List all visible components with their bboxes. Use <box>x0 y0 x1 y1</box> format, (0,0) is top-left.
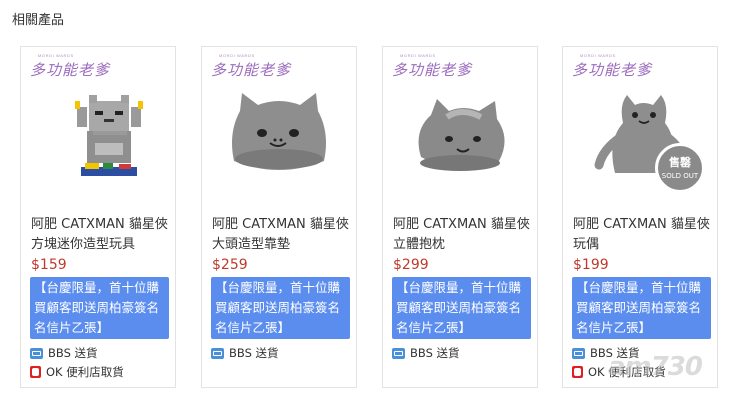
bbs-icon <box>30 347 43 359</box>
brand-logo: MORDI WARDS 多功能老爹 <box>211 53 291 83</box>
brand-name: 多功能老爹 <box>392 61 473 79</box>
watermark-logo: am730 <box>608 352 703 382</box>
product-image-block-toy[interactable] <box>41 87 155 179</box>
product-image-pillow[interactable] <box>403 87 517 179</box>
brand-tagline: MORDI WARDS <box>38 53 74 58</box>
bbs-icon <box>392 347 405 359</box>
shipping-label: BBS 送貨 <box>48 346 98 360</box>
product-name[interactable]: 阿肥 CATXMAN 貓星俠 方塊迷你造型玩具 <box>31 215 171 255</box>
section-title: 相關產品 <box>12 13 65 28</box>
shipping-option-bbs: BBS 送貨 <box>392 345 460 361</box>
brand-tagline: MORDI WARDS <box>400 53 436 58</box>
brand-tagline: MORDI WARDS <box>219 53 255 58</box>
brand-logo: MORDI WARDS 多功能老爹 <box>572 53 652 83</box>
shipping-label: OK 便利店取貨 <box>46 365 124 379</box>
ok-store-icon <box>572 366 583 378</box>
promo-banner: 【台慶限量，首十位購買顧客即送周柏豪簽名名信片乙張】 <box>30 277 169 339</box>
product-card[interactable]: MORDI WARDS 多功能老爹 售罄 SOLD OUT 阿肥 CATXMAN… <box>562 46 718 388</box>
product-name[interactable]: 阿肥 CATXMAN 貓星俠 立體抱枕 <box>393 215 533 255</box>
product-price: $299 <box>393 257 429 273</box>
product-card[interactable]: MORDI WARDS 多功能老爹 阿肥 CATXMAN 貓星俠 大頭造型靠墊 … <box>201 46 357 388</box>
shipping-option-bbs: BBS 送貨 <box>211 345 279 361</box>
brand-logo: MORDI WARDS 多功能老爹 <box>392 53 472 83</box>
product-price: $259 <box>212 257 248 273</box>
shipping-label: BBS 送貨 <box>229 346 279 360</box>
product-price: $199 <box>573 257 609 273</box>
promo-banner: 【台慶限量，首十位購買顧客即送周柏豪簽名名信片乙張】 <box>572 277 711 339</box>
sold-out-zh: 售罄 <box>669 156 691 169</box>
promo-banner: 【台慶限量，首十位購買顧客即送周柏豪簽名名信片乙張】 <box>211 277 350 339</box>
product-price: $159 <box>31 257 67 273</box>
brand-logo: MORDI WARDS 多功能老爹 <box>30 53 110 83</box>
brand-name: 多功能老爹 <box>211 61 292 79</box>
sold-out-badge: 售罄 SOLD OUT <box>655 143 705 193</box>
shipping-label: BBS 送貨 <box>410 346 460 360</box>
brand-name: 多功能老爹 <box>572 61 653 79</box>
promo-banner: 【台慶限量，首十位購買顧客即送周柏豪簽名名信片乙張】 <box>392 277 531 339</box>
brand-tagline: MORDI WARDS <box>580 53 616 58</box>
shipping-option-ok: OK 便利店取貨 <box>30 364 124 380</box>
brand-name: 多功能老爹 <box>30 61 111 79</box>
product-name[interactable]: 阿肥 CATXMAN 貓星俠 玩偶 <box>573 215 713 255</box>
bbs-icon <box>572 347 585 359</box>
product-name[interactable]: 阿肥 CATXMAN 貓星俠 大頭造型靠墊 <box>212 215 352 255</box>
sold-out-en: SOLD OUT <box>661 172 699 180</box>
product-card[interactable]: MORDI WARDS 多功能老爹 阿肥 CATXMAN 貓星俠 立體抱枕 $2… <box>382 46 538 388</box>
bbs-icon <box>211 347 224 359</box>
shipping-option-bbs: BBS 送貨 <box>30 345 98 361</box>
product-card[interactable]: MORDI WARDS 多功能老爹 阿肥 CATXMAN 貓星俠 方塊迷你造型玩… <box>20 46 176 388</box>
product-image-cushion[interactable] <box>222 87 336 179</box>
ok-store-icon <box>30 366 41 378</box>
